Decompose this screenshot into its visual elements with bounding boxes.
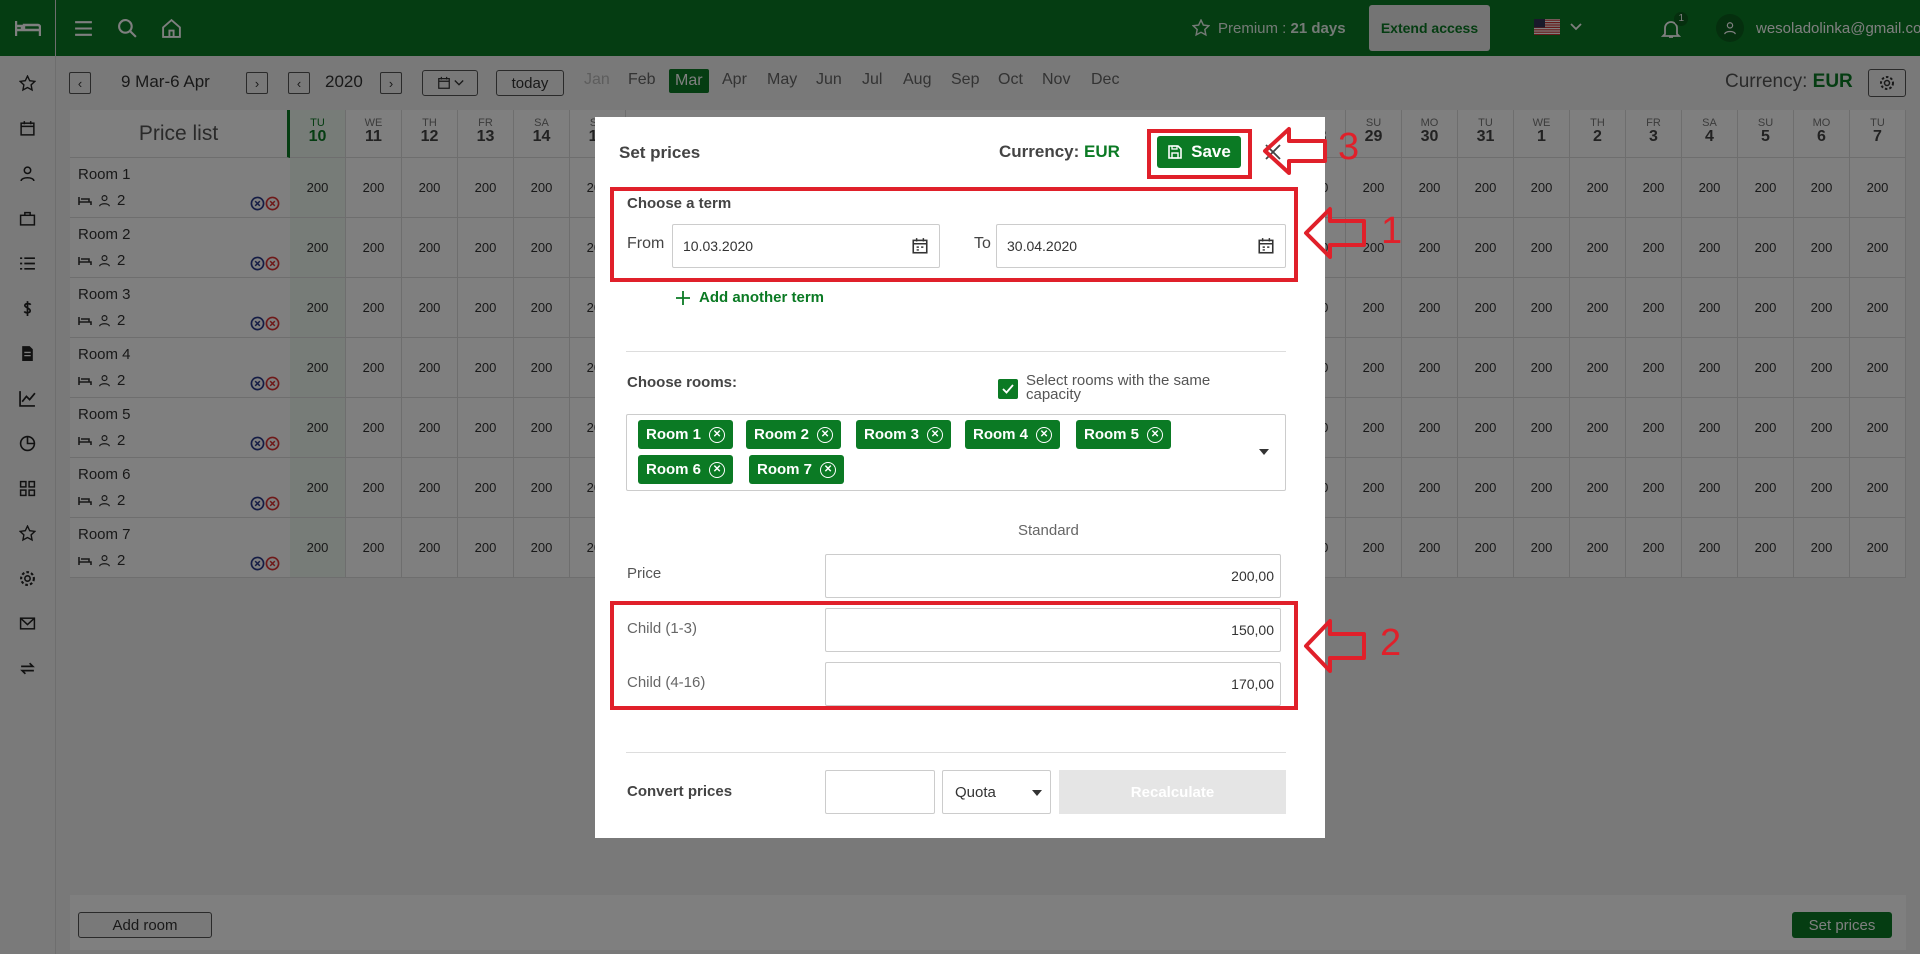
room-tag-label: Room 5 bbox=[1084, 426, 1140, 443]
remove-tag-icon[interactable]: ✕ bbox=[820, 461, 837, 478]
recalculate-button[interactable]: Recalculate bbox=[1059, 770, 1286, 814]
convert-prices-label: Convert prices bbox=[627, 783, 733, 800]
modal-currency: Currency: EUR bbox=[999, 142, 1120, 162]
remove-tag-icon[interactable]: ✕ bbox=[709, 426, 726, 443]
arrow-left-icon bbox=[1304, 619, 1366, 673]
annotation-number-1: 1 bbox=[1381, 210, 1403, 252]
room-tag[interactable]: Room 5 ✕ bbox=[1076, 420, 1172, 449]
price-input[interactable]: 200,00 bbox=[825, 554, 1281, 598]
arrow-left-icon bbox=[1263, 127, 1327, 175]
divider bbox=[626, 752, 1286, 753]
plus-icon bbox=[676, 290, 690, 305]
remove-tag-icon[interactable]: ✕ bbox=[1036, 426, 1053, 443]
divider bbox=[626, 351, 1286, 352]
modal-title: Set prices bbox=[619, 143, 701, 162]
choose-rooms-label: Choose rooms: bbox=[627, 374, 738, 391]
annotation-box-term bbox=[610, 187, 1298, 282]
remove-tag-icon[interactable]: ✕ bbox=[709, 461, 726, 478]
room-tag[interactable]: Room 3 ✕ bbox=[856, 420, 952, 449]
rooms-multiselect[interactable]: Room 1 ✕ Room 2 ✕ Room 3 ✕ Room 4 ✕ Room 5 ✕ … bbox=[626, 414, 1286, 491]
room-tag[interactable]: Room 2 ✕ bbox=[746, 420, 842, 449]
add-another-term-button[interactable]: Add another term bbox=[675, 289, 824, 306]
room-tag[interactable]: Room 4 ✕ bbox=[965, 420, 1061, 449]
room-tag-label: Room 4 bbox=[973, 426, 1029, 443]
annotation-box-children bbox=[610, 601, 1298, 710]
standard-header: Standard bbox=[1018, 522, 1079, 539]
remove-tag-icon[interactable]: ✕ bbox=[817, 426, 834, 443]
room-tag-label: Room 1 bbox=[646, 426, 702, 443]
room-tag-label: Room 7 bbox=[757, 461, 813, 478]
annotation-number-3: 3 bbox=[1338, 126, 1360, 168]
convert-input[interactable] bbox=[825, 770, 935, 814]
same-capacity-checkbox[interactable] bbox=[998, 379, 1018, 399]
room-tag-label: Room 3 bbox=[864, 426, 920, 443]
price-label: Price bbox=[627, 565, 662, 582]
annotation-number-2: 2 bbox=[1380, 622, 1402, 664]
add-term-label: Add another term bbox=[699, 289, 825, 306]
quota-value: Quota bbox=[955, 783, 996, 801]
room-tag[interactable]: Room 1 ✕ bbox=[638, 420, 734, 449]
room-tag[interactable]: Room 7 ✕ bbox=[749, 455, 845, 484]
annotation-box-save bbox=[1147, 129, 1252, 179]
dropdown-arrow-icon[interactable] bbox=[1259, 449, 1269, 455]
modal-currency-value: EUR bbox=[1084, 142, 1120, 161]
room-tag-label: Room 2 bbox=[754, 426, 810, 443]
same-capacity-label: Select rooms with the same capacity bbox=[1026, 372, 1211, 403]
remove-tag-icon[interactable]: ✕ bbox=[927, 426, 944, 443]
remove-tag-icon[interactable]: ✕ bbox=[1147, 426, 1164, 443]
price-value: 200,00 bbox=[1231, 568, 1274, 584]
checkmark-icon bbox=[1002, 384, 1014, 394]
dropdown-arrow-icon bbox=[1032, 790, 1042, 796]
room-tag-label: Room 6 bbox=[646, 461, 702, 478]
room-tag[interactable]: Room 6 ✕ bbox=[638, 455, 734, 484]
modal-currency-label: Currency: bbox=[999, 142, 1085, 161]
quota-select[interactable]: Quota bbox=[942, 770, 1051, 814]
arrow-left-icon bbox=[1304, 207, 1366, 259]
